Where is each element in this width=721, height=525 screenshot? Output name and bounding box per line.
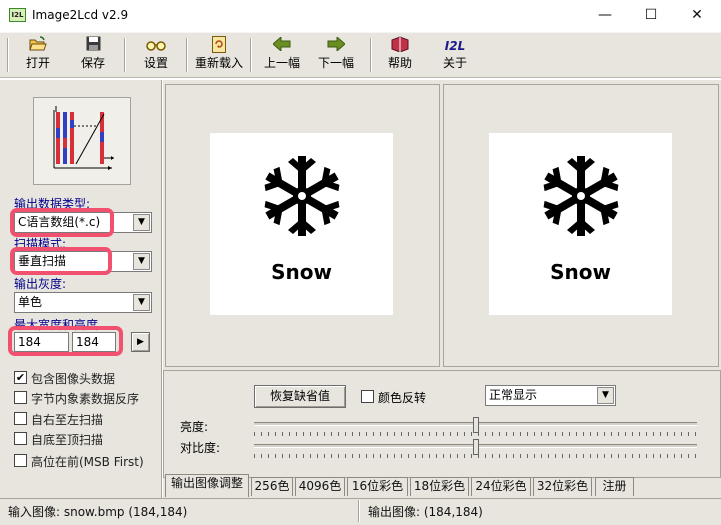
chevron-down-icon[interactable]: ▼ [133,214,150,231]
help-book-icon [381,36,419,56]
glasses-icon [137,36,175,56]
open-folder-icon [19,36,57,56]
bottom-to-top-label: 自底至顶扫描 [31,433,104,447]
include-header-checkbox[interactable]: ✔ [14,371,27,384]
invert-colors-label: 颜色反转 [378,391,427,405]
output-type-highlight [10,208,114,237]
right-to-left-label: 自右至左扫描 [31,413,104,427]
snowflake-icon [261,156,343,236]
output-image-status: 输出图像: (184,184) [368,505,483,519]
apply-size-button[interactable]: ▶ [131,332,150,352]
msb-first-label: 高位在前(MSB First) [31,455,144,469]
help-button[interactable]: 帮助 [381,36,419,74]
save-button[interactable]: 保存 [74,36,112,74]
arrow-left-icon [262,35,302,56]
app-icon: I2L [9,8,26,22]
toolbar-separator [250,38,252,72]
input-image-status: 输入图像: snow.bmp (184,184) [8,505,188,519]
gray-level-select[interactable]: 单色 ▼ [14,292,152,313]
next-image-label: 下一幅 [317,56,354,70]
arrow-right-icon [316,35,356,56]
open-label: 打开 [25,56,50,70]
snowflake-icon [540,156,622,236]
maximize-button[interactable]: ☐ [628,0,674,32]
save-label: 保存 [80,56,105,70]
msb-first-checkbox[interactable] [14,454,27,467]
reverse-pixel-order-checkbox[interactable] [14,391,27,404]
tab-register[interactable]: 注册 [595,477,634,496]
restore-defaults-button[interactable]: 恢复缺省值 [254,385,346,408]
tab-4096-color[interactable]: 4096色 [295,477,345,496]
chevron-down-icon[interactable]: ▼ [597,387,614,404]
minimize-button[interactable]: — [582,0,628,32]
max-size-highlight [8,326,123,356]
tab-32bit-color[interactable]: 32位彩色 [533,477,592,496]
brightness-label: 亮度: [180,420,209,434]
invert-colors-checkbox[interactable] [361,390,374,403]
chevron-down-icon[interactable]: ▼ [133,294,150,311]
display-mode-select[interactable]: 正常显示 ▼ [485,385,616,406]
settings-label: 设置 [143,56,168,70]
reload-label: 重新载入 [194,56,243,70]
scan-mode-highlight [10,247,112,275]
tab-16bit-color[interactable]: 16位彩色 [347,477,408,496]
tab-18bit-color[interactable]: 18位彩色 [410,477,469,496]
right-to-left-checkbox[interactable] [14,412,27,425]
help-label: 帮助 [387,56,412,70]
settings-button[interactable]: 设置 [137,36,175,74]
brightness-slider-thumb[interactable] [472,417,479,433]
input-image: Snow [210,133,393,315]
close-button[interactable]: ✕ [674,0,720,32]
scan-mode-diagram [33,97,131,185]
status-divider [358,500,360,522]
tab-24bit-color[interactable]: 24位彩色 [471,477,531,496]
previous-image-button[interactable]: 上一幅 [262,35,302,74]
floppy-disk-icon [74,36,112,56]
previous-image-label: 上一幅 [263,56,300,70]
input-image-caption: Snow [271,260,332,284]
display-mode-value: 正常显示 [489,388,538,402]
gray-level-label: 输出灰度: [14,277,67,291]
toolbar-separator [370,38,372,72]
about-label: 关于 [442,56,467,70]
i2l-logo-icon: I2L [444,39,466,53]
gray-level-value: 单色 [18,295,43,309]
reload-document-icon [192,36,246,56]
tab-output-adjust[interactable]: 输出图像调整 [165,474,249,497]
about-button[interactable]: I2L 关于 [436,36,474,74]
chevron-down-icon[interactable]: ▼ [133,253,150,270]
next-image-button[interactable]: 下一幅 [316,35,356,74]
reload-button[interactable]: 重新载入 [192,36,246,74]
toolbar-separator [186,38,188,72]
open-button[interactable]: 打开 [19,36,57,74]
include-header-label: 包含图像头数据 [31,372,116,386]
play-arrow-icon: ▶ [137,337,144,347]
toolbar-separator [124,38,126,72]
tab-256-color[interactable]: 256色 [251,477,293,496]
bottom-to-top-checkbox[interactable] [14,432,27,445]
check-icon: ✔ [15,371,26,384]
contrast-slider-thumb[interactable] [472,439,479,455]
contrast-label: 对比度: [180,441,221,455]
scan-mode-diagram-graphic [53,106,114,170]
reverse-pixel-order-label: 字节内象素数据反序 [31,392,140,406]
output-image-caption: Snow [550,260,611,284]
window-title: Image2Lcd v2.9 [32,8,129,22]
output-image: Snow [489,133,672,315]
toolbar-grip [7,38,9,72]
